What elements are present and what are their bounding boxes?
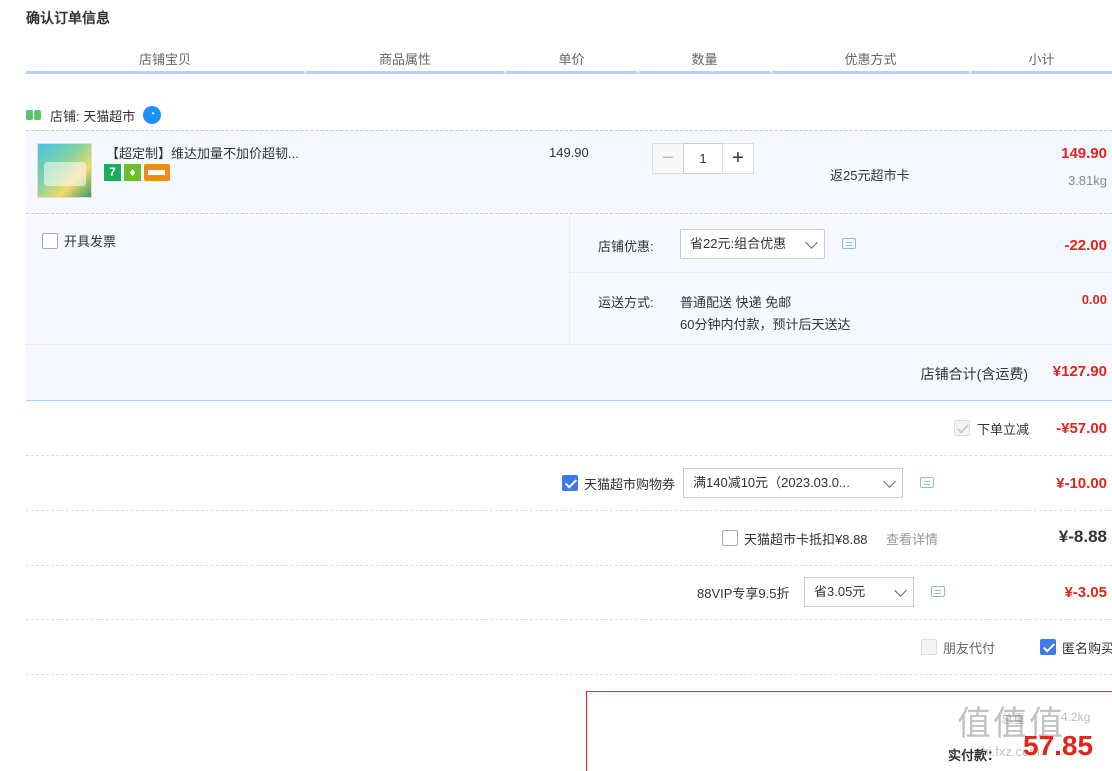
shop-icon (26, 109, 42, 121)
chevron-down-icon (883, 475, 896, 488)
supermarket-card-amount: ¥-8.88 (1058, 527, 1107, 546)
column-header: 店铺宝贝 商品属性 单价 数量 优惠方式 小计 (26, 50, 1112, 74)
page-title: 确认订单信息 (26, 10, 110, 26)
invoice-label: 开具发票 (64, 234, 117, 249)
seven-day-return-icon: 7 (104, 164, 121, 181)
service-badges: 7 ♦ (104, 164, 170, 181)
payment-summary-box: 总重 4.2kg 值值值 zhi.fxz.com 实付款： 57.85 (586, 691, 1112, 771)
vip-discount-row: 88VIP专享9.5折 省3.05元 ¥-3.05 (26, 566, 1112, 620)
coupon-checkbox[interactable] (562, 475, 578, 491)
guarantee-icon: ♦ (124, 164, 141, 181)
discount-method: 返25元超市卡 (830, 168, 910, 183)
friend-pay-checkbox (921, 639, 937, 655)
instant-discount-label: 下单立减 (977, 422, 1030, 437)
quantity-decrease-button[interactable]: − (652, 143, 684, 174)
invoice-checkbox[interactable] (42, 232, 58, 249)
message-icon[interactable] (931, 586, 945, 597)
col-discount: 优惠方式 (772, 50, 971, 74)
anonymous-label: 匿名购买 (1062, 641, 1112, 656)
shipping-method: 普通配送 快递 免邮 (680, 295, 792, 310)
shipping-amount: 0.00 (1081, 292, 1107, 307)
coupon-select[interactable]: 满140减10元（2023.03.0... (683, 468, 903, 498)
col-qty: 数量 (639, 50, 772, 74)
card-payment-icon (144, 164, 170, 181)
invoice-option[interactable]: 开具发票 (42, 231, 116, 250)
message-icon[interactable] (842, 238, 856, 249)
shop-discount-label: 店铺优惠: (598, 239, 654, 254)
shop-total-label: 店铺合计(含运费) (920, 366, 1028, 382)
vip-select[interactable]: 省3.05元 (804, 577, 914, 607)
vip-label: 88VIP专享9.5折 (697, 586, 790, 601)
shop-discount-amount: -22.00 (1064, 237, 1107, 254)
supermarket-card-row: 天猫超市卡抵扣¥8.88 查看详情 ¥-8.88 (26, 512, 1112, 566)
col-subtotal: 小计 (971, 50, 1112, 74)
coupon-label: 天猫超市购物券 (584, 477, 676, 492)
payment-amount: 57.85 (1023, 730, 1094, 761)
divider (570, 272, 1112, 273)
product-title[interactable]: 【超定制】维达加量不加价超韧... (106, 143, 306, 162)
coupon-amount: ¥-10.00 (1056, 475, 1107, 492)
supermarket-card-checkbox[interactable] (722, 530, 738, 546)
coupon-value: 满140减10元（2023.03.0... (693, 475, 850, 490)
chevron-down-icon (805, 236, 818, 249)
divider (26, 344, 1112, 345)
shipping-note: 60分钟内付款，预计后天送达 (680, 317, 851, 332)
shop-discount-value: 省22元:组合优惠 (690, 236, 787, 251)
shop-discount-select[interactable]: 省22元:组合优惠 (680, 229, 825, 259)
shop-options-panel: 开具发票 店铺优惠: 省22元:组合优惠 -22.00 运送方式: 普通配送 快… (26, 216, 1112, 401)
view-details-link[interactable]: 查看详情 (886, 529, 938, 548)
quantity-input[interactable]: 1 (683, 143, 723, 174)
coupon-row: 天猫超市购物券 满140减10元（2023.03.0... ¥-10.00 (26, 457, 1112, 511)
col-item: 店铺宝贝 (26, 50, 306, 74)
chat-wangwang-icon[interactable]: ◔ (143, 106, 162, 124)
instant-discount-amount: -¥57.00 (1056, 420, 1107, 437)
order-item-row: 【超定制】维达加量不加价超韧... 7 ♦ 149.90 − 1 + 返25元超… (26, 130, 1112, 214)
message-icon[interactable] (920, 477, 934, 488)
friend-pay-label: 朋友代付 (943, 641, 996, 656)
payment-options-row: 朋友代付 匿名购买 (26, 621, 1112, 675)
payment-label: 实付款： (948, 748, 1001, 763)
vip-amount: ¥-3.05 (1064, 584, 1107, 601)
instant-discount-checkbox (954, 420, 970, 436)
chevron-down-icon (894, 584, 907, 597)
quantity-increase-button[interactable]: + (722, 143, 754, 174)
product-thumbnail[interactable] (37, 143, 92, 198)
invoice-section: 开具发票 (26, 216, 570, 344)
shop-name[interactable]: 店铺: 天猫超市 (50, 106, 135, 125)
quantity-stepper: − 1 + (652, 143, 754, 174)
anonymous-checkbox[interactable] (1040, 639, 1056, 655)
instant-discount-row: 下单立减 -¥57.00 (26, 402, 1112, 456)
total-weight-value: 4.2kg (1061, 710, 1091, 724)
supermarket-card-label: 天猫超市卡抵扣¥8.88 (744, 532, 868, 547)
shop-total-amount: ¥127.90 (1052, 363, 1107, 380)
shop-header: 店铺: 天猫超市 ◔ (26, 104, 162, 126)
shipping-label: 运送方式: (598, 295, 654, 310)
vip-value: 省3.05元 (814, 584, 866, 599)
col-attr: 商品属性 (306, 50, 506, 74)
item-weight: 3.81kg (1067, 173, 1107, 188)
shipping-info: 普通配送 快递 免邮 60分钟内付款，预计后天送达 (680, 292, 850, 336)
unit-price: 149.90 (549, 145, 589, 160)
col-price: 单价 (506, 50, 639, 74)
item-subtotal: 149.90 (1061, 145, 1107, 162)
